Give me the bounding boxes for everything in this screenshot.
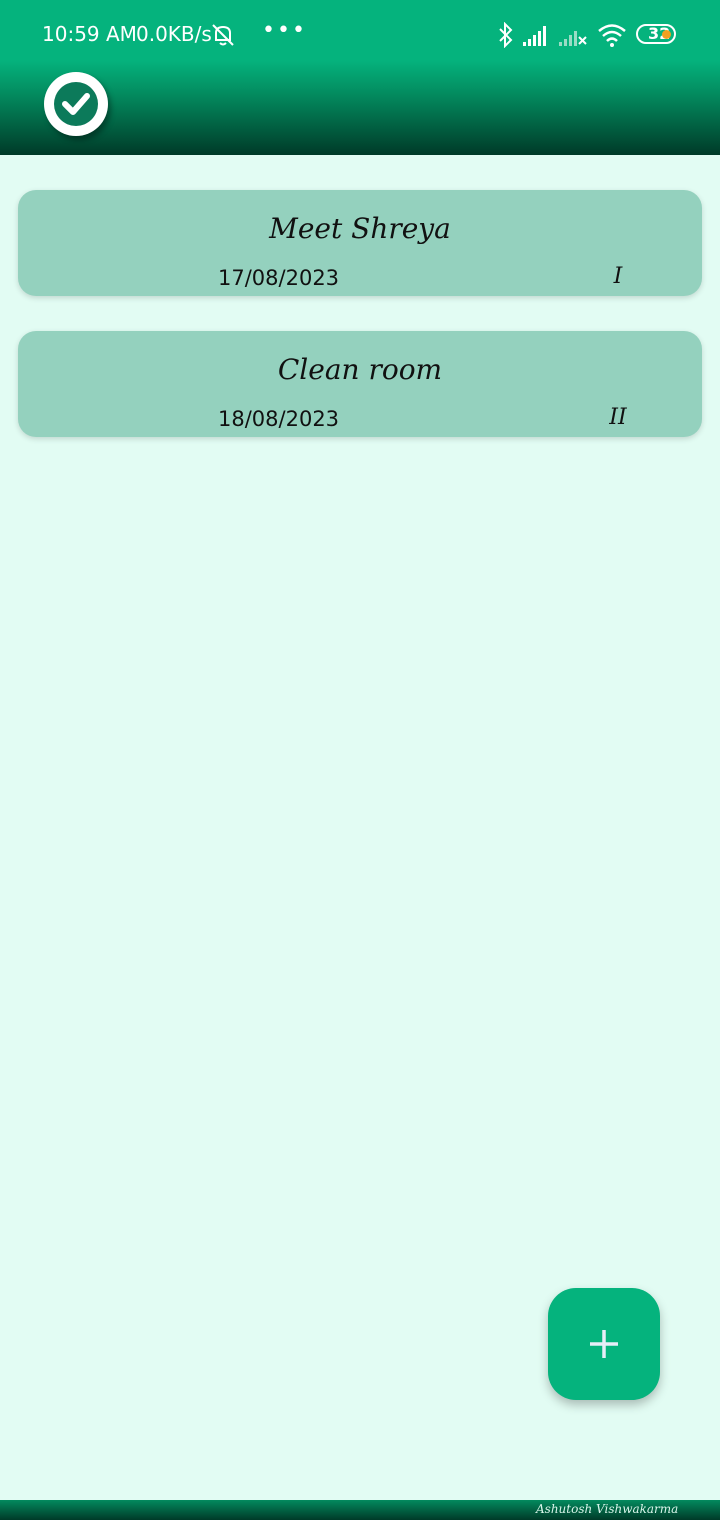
add-task-button[interactable] xyxy=(548,1288,660,1400)
more-notifications-icon: ••• xyxy=(262,18,307,43)
bell-off-icon xyxy=(212,24,234,46)
wifi-icon xyxy=(598,24,626,47)
signal-icon xyxy=(523,26,546,46)
status-net-speed: 0.0KB/s xyxy=(136,22,212,46)
task-card[interactable]: Meet Shreya 17/08/2023 I xyxy=(18,190,702,296)
footer-credit: Ashutosh Vishwakarma xyxy=(536,1502,679,1516)
task-title: Meet Shreya xyxy=(269,212,451,245)
battery-icon: 32 xyxy=(636,24,676,44)
plus-icon xyxy=(590,1330,618,1358)
task-title: Clean room xyxy=(277,353,443,386)
check-circle-icon xyxy=(54,82,98,126)
task-date: 18/08/2023 xyxy=(218,407,340,431)
status-time: 10:59 AM xyxy=(42,22,137,46)
bluetooth-icon xyxy=(499,22,513,48)
status-bar: 10:59 AM 0.0KB/s ••• 32 xyxy=(0,0,720,70)
signal-x-icon xyxy=(559,31,587,46)
task-date: 17/08/2023 xyxy=(218,266,340,290)
charging-indicator xyxy=(662,30,671,39)
task-priority: II xyxy=(609,405,627,430)
task-priority: I xyxy=(613,264,623,289)
app-logo xyxy=(44,72,108,136)
task-card[interactable]: Clean room 18/08/2023 II xyxy=(18,331,702,437)
